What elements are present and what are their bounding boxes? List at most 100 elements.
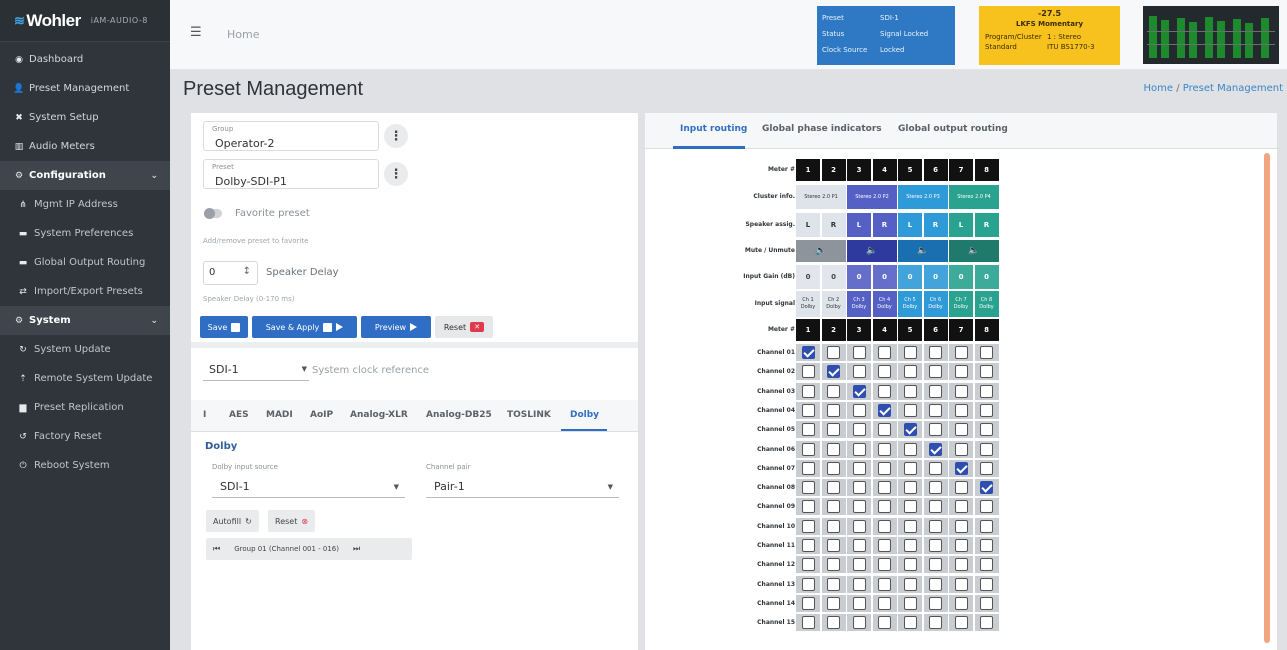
input-gain[interactable]: 0	[796, 265, 820, 289]
routing-checkbox[interactable]	[878, 519, 891, 533]
routing-checkbox[interactable]	[827, 577, 840, 591]
routing-checkbox[interactable]	[954, 481, 968, 495]
routing-checkbox[interactable]	[852, 500, 866, 514]
routing-checkbox[interactable]	[801, 539, 815, 552]
group-options-icon[interactable]: ⋮	[384, 124, 408, 148]
routing-checkbox[interactable]	[903, 500, 917, 514]
routing-checkbox[interactable]	[903, 558, 917, 572]
sidebar-item-preset-management[interactable]: 👤 Preset Management	[0, 74, 170, 103]
speaker-mute-icon[interactable]: 🔈	[796, 240, 846, 262]
routing-checkbox[interactable]	[903, 616, 917, 630]
routing-checkbox[interactable]	[801, 577, 815, 591]
sidebar-item-configuration[interactable]: ⚙ Configuration ⌄	[0, 161, 170, 190]
routing-checkbox[interactable]	[954, 442, 968, 456]
audio-meter-thumbnail[interactable]	[1143, 6, 1279, 64]
routing-checkbox[interactable]	[878, 481, 891, 495]
routing-checkbox[interactable]	[929, 558, 942, 572]
routing-checkbox[interactable]	[980, 577, 993, 591]
tab-analog-xlr[interactable]: Analog-XLR	[350, 410, 408, 420]
routing-checkbox[interactable]	[827, 423, 840, 437]
channel-pair-select[interactable]: Pair-1 ▼	[426, 476, 619, 498]
routing-checkbox[interactable]	[903, 365, 917, 379]
status-panel[interactable]: Preset SDI-1 Status Signal Locked Clock So…	[817, 6, 955, 65]
input-signal[interactable]: Ch 8 Dolby	[974, 291, 999, 317]
menu-toggle-icon[interactable]: ☰	[190, 25, 202, 40]
routing-checkbox[interactable]	[954, 365, 968, 379]
routing-checkbox[interactable]	[980, 442, 993, 456]
sidebar-item-preset-replication[interactable]: ▆ Preset Replication	[0, 393, 170, 422]
sidebar-item-system-update[interactable]: ↻ System Update	[0, 335, 170, 364]
input-signal[interactable]: Ch 3 Dolby	[847, 291, 871, 317]
routing-checkbox[interactable]	[980, 616, 993, 630]
routing-checkbox[interactable]	[801, 558, 815, 572]
input-signal[interactable]: Ch 2 Dolby	[821, 291, 846, 317]
tab-analog-db25[interactable]: Analog-DB25	[426, 410, 492, 420]
routing-checkbox[interactable]	[954, 384, 968, 398]
routing-checkbox[interactable]	[980, 346, 993, 359]
routing-checkbox[interactable]	[852, 403, 866, 417]
routing-checkbox[interactable]	[903, 346, 917, 359]
speaker-assignment[interactable]: R	[821, 213, 846, 237]
routing-checkbox[interactable]	[852, 616, 866, 630]
routing-checkbox[interactable]	[852, 577, 866, 591]
breadcrumb-home[interactable]: Home	[1143, 83, 1173, 94]
routing-checkbox[interactable]	[954, 577, 968, 591]
routing-checkbox[interactable]	[954, 616, 968, 630]
routing-checkbox[interactable]	[852, 519, 866, 533]
speaker-assignment[interactable]: L	[847, 213, 871, 237]
routing-checkbox[interactable]	[852, 346, 866, 359]
routing-checkbox[interactable]	[801, 384, 815, 398]
routing-checkbox[interactable]	[878, 423, 891, 437]
tab-madi[interactable]: MADI	[266, 410, 293, 420]
routing-checkbox[interactable]	[903, 442, 917, 456]
speaker-mute-icon[interactable]: 🔈	[898, 240, 948, 262]
routing-checkbox[interactable]	[929, 384, 942, 398]
routing-checkbox[interactable]	[827, 384, 840, 398]
sidebar-item-system[interactable]: ⚙ System ⌄	[0, 306, 170, 335]
input-gain[interactable]: 0	[847, 265, 871, 289]
routing-checkbox[interactable]	[801, 423, 815, 437]
routing-checkbox[interactable]	[852, 442, 866, 456]
routing-checkbox[interactable]	[954, 461, 968, 475]
routing-checkbox[interactable]	[980, 423, 993, 437]
routing-checkbox[interactable]	[852, 384, 866, 398]
routing-checkbox[interactable]	[827, 346, 840, 359]
routing-checkbox[interactable]	[929, 481, 942, 495]
routing-checkbox[interactable]	[878, 346, 891, 359]
routing-checkbox[interactable]	[980, 481, 993, 495]
routing-checkbox[interactable]	[878, 365, 891, 379]
routing-checkbox[interactable]	[827, 616, 840, 630]
cluster-info[interactable]: Stereo 2.0 P2	[847, 185, 897, 209]
input-signal[interactable]: Ch 7 Dolby	[949, 291, 973, 317]
sidebar-item-import-export-presets[interactable]: ⇄ Import/Export Presets	[0, 277, 170, 306]
tab-aes[interactable]: AES	[229, 410, 249, 420]
routing-checkbox[interactable]	[980, 461, 993, 475]
routing-checkbox[interactable]	[954, 423, 968, 437]
input-gain[interactable]: 0	[949, 265, 973, 289]
routing-checkbox[interactable]	[903, 403, 917, 417]
routing-checkbox[interactable]	[878, 461, 891, 475]
tab-global-output-routing[interactable]: Global output routing	[898, 124, 1008, 134]
routing-checkbox[interactable]	[903, 481, 917, 495]
sidebar-item-mgmt-ip-address[interactable]: ⋔ Mgmt IP Address	[0, 190, 170, 219]
sidebar-item-system-preferences[interactable]: ▬ System Preferences	[0, 219, 170, 248]
sidebar-item-reboot-system[interactable]: ⏻ Reboot System	[0, 451, 170, 480]
routing-checkbox[interactable]	[954, 558, 968, 572]
tab-first[interactable]: I	[203, 410, 206, 420]
sidebar-item-audio-meters[interactable]: ▥ Audio Meters	[0, 132, 170, 161]
routing-checkbox[interactable]	[801, 596, 815, 610]
top-home-link[interactable]: Home	[227, 28, 259, 41]
routing-checkbox[interactable]	[878, 403, 891, 417]
routing-checkbox[interactable]	[929, 403, 942, 417]
routing-checkbox[interactable]	[878, 596, 891, 610]
routing-checkbox[interactable]	[852, 365, 866, 379]
input-signal[interactable]: Ch 1 Dolby	[796, 291, 820, 317]
cluster-info[interactable]: Stereo 2.0 P1	[796, 185, 846, 209]
routing-checkbox[interactable]	[929, 577, 942, 591]
cluster-info[interactable]: Stereo 2.0 P4	[949, 185, 999, 209]
sidebar-item-factory-reset[interactable]: ↺ Factory Reset	[0, 422, 170, 451]
routing-checkbox[interactable]	[980, 519, 993, 533]
routing-checkbox[interactable]	[852, 539, 866, 552]
clock-reference-select[interactable]: SDI-1 ▼	[203, 359, 309, 381]
routing-checkbox[interactable]	[929, 596, 942, 610]
